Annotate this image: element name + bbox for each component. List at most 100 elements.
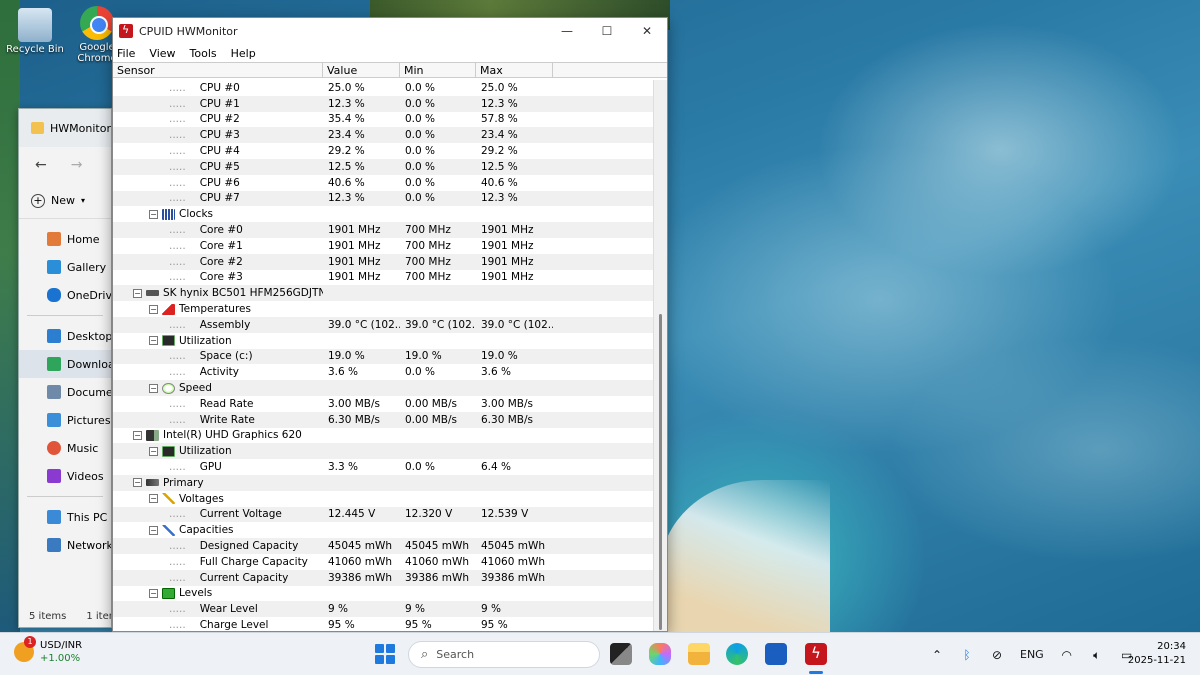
collapse-toggle-icon[interactable]: − [149,588,158,598]
sensor-row[interactable]: ..... Space (c:) 19.0 % 19.0 % 19.0 % [113,348,655,365]
taskbar-clock[interactable]: 20:34 2025-11-21 [1128,640,1186,668]
sensor-row[interactable]: ..... CPU #4 29.2 % 0.0 % 29.2 % [113,143,655,159]
sensor-min: 39386 mWh [405,571,470,584]
sensor-row[interactable]: ..... CPU #2 35.4 % 0.0 % 57.8 % [113,112,655,128]
language-indicator[interactable]: ENG [1020,648,1044,661]
column-value[interactable]: Value [323,63,400,77]
sensor-row[interactable]: ..... CPU #0 25.0 % 0.0 % 25.0 % [113,80,655,96]
sensor-row[interactable]: ..... Read Rate 3.00 MB/s 0.00 MB/s 3.00 MB/… [113,396,655,412]
sensor-row[interactable]: ..... Current Voltage 12.445 V 12.320 V 12.5… [113,506,655,523]
hwmonitor-taskbar-icon[interactable] [805,643,827,665]
sensor-row[interactable]: ..... Core #0 1901 MHz 700 MHz 1901 MHz [113,222,655,238]
forward-arrow-icon[interactable]: → [71,157,83,173]
wifi-icon[interactable]: ◠ [1060,648,1074,662]
eye-off-icon[interactable]: ⊘ [990,648,1004,662]
explorer-new-button[interactable]: + New ▾ [19,183,111,219]
sensor-tree[interactable]: ..... CPU #0 25.0 % 0.0 % 25.0 %..... CPU #1 1… [113,80,655,631]
sensor-row[interactable]: ..... CPU #1 12.3 % 0.0 % 12.3 % [113,95,655,112]
nav-item-this-pc[interactable]: This PC [19,503,111,531]
menu-view[interactable]: View [149,47,175,60]
sensor-row[interactable]: ..... Assembly 39.0 °C (102.... 39.0 °C (10… [113,316,655,333]
sensor-row[interactable]: ..... Current Capacity 39386 mWh 39386 mWh 3… [113,569,655,586]
sensor-name-cell: ..... CPU #7 [113,192,323,204]
sensor-group-row[interactable]: − Levels [113,586,655,602]
nav-item-onedrive[interactable]: OneDrive [19,281,111,309]
sensor-row[interactable]: ..... Charge Level 95 % 95 % 95 % [113,617,655,631]
collapse-toggle-icon[interactable]: − [149,494,158,504]
sensor-group-row[interactable]: − Clocks [113,206,655,222]
sensor-group-row[interactable]: − Capacities [113,522,655,538]
collapse-toggle-icon[interactable]: − [149,446,158,456]
sensor-row[interactable]: ..... Write Rate 6.30 MB/s 0.00 MB/s 6.30 MB… [113,411,655,428]
chevron-up-icon[interactable]: ⌃ [930,648,944,662]
sensor-row[interactable]: ..... Wear Level 9 % 9 % 9 % [113,601,655,618]
sensor-row[interactable]: ..... Full Charge Capacity 41060 mWh 41060 … [113,554,655,570]
sensor-group-row[interactable]: − Utilization [113,333,655,349]
back-arrow-icon[interactable]: ← [35,157,47,173]
sensor-group-row[interactable]: − Utilization [113,443,655,460]
nav-item-downloads[interactable]: Downloads [19,350,111,378]
collapse-toggle-icon[interactable]: − [149,304,158,314]
column-min[interactable]: Min [400,63,476,77]
column-max[interactable]: Max [476,63,553,77]
sensor-group-row[interactable]: − Temperatures [113,301,655,317]
nav-item-network[interactable]: Network [19,531,111,559]
bluetooth-icon[interactable]: ᛒ [960,648,974,662]
sensor-row[interactable]: ..... Core #3 1901 MHz 700 MHz 1901 MHz [113,270,655,286]
taskbar-search[interactable]: ⌕ Search [408,641,600,668]
desktop-icon-recycle-bin[interactable]: Recycle Bin [0,8,70,55]
collapse-toggle-icon[interactable]: − [149,383,158,393]
task-view-icon[interactable] [610,643,632,665]
vertical-scrollbar[interactable] [653,80,667,631]
menu-tools[interactable]: Tools [190,47,217,60]
column-sensor[interactable]: Sensor [113,63,323,77]
store-icon[interactable] [765,643,787,665]
sensor-value: 19.0 % [328,350,365,363]
collapse-toggle-icon[interactable]: − [133,430,142,440]
explorer-tab-title[interactable]: HWMonitor [50,122,111,135]
sensor-group-row[interactable]: − Voltages [113,491,655,507]
copilot-icon[interactable] [649,643,671,665]
sensor-group-row[interactable]: − Speed [113,380,655,396]
collapse-toggle-icon[interactable]: − [149,209,158,219]
close-button[interactable]: ✕ [627,18,667,44]
minimize-button[interactable]: — [547,18,587,44]
menu-file[interactable]: File [117,47,135,60]
edge-icon[interactable] [726,643,748,665]
nav-item-music[interactable]: Music [19,434,111,462]
hwmonitor-titlebar[interactable]: CPUID HWMonitor — ☐ ✕ [113,18,667,44]
sensor-group-row[interactable]: − SK hynix BC501 HFM256GDJTN... [113,285,655,302]
collapse-toggle-icon[interactable]: − [133,478,142,488]
scrollbar-thumb[interactable] [659,314,662,630]
menu-help[interactable]: Help [231,47,256,60]
widget-currency[interactable]: USD/INR +1.00% [14,636,82,665]
maximize-button[interactable]: ☐ [587,18,627,44]
file-explorer-icon[interactable] [688,643,710,665]
nav-item-videos[interactable]: Videos [19,462,111,490]
sensor-group-row[interactable]: − Primary [113,474,655,491]
nav-item-desktop[interactable]: Desktop [19,322,111,350]
sensor-min: 95 % [405,618,432,631]
sensor-row[interactable]: ..... CPU #7 12.3 % 0.0 % 12.3 % [113,190,655,207]
collapse-toggle-icon[interactable]: − [149,525,158,535]
sensor-row[interactable]: ..... Core #2 1901 MHz 700 MHz 1901 MHz [113,253,655,270]
sensor-min: 0.0 % [405,366,436,379]
nav-item-gallery[interactable]: Gallery [19,253,111,281]
sensor-row[interactable]: ..... Core #1 1901 MHz 700 MHz 1901 MHz [113,238,655,254]
nav-item-pictures[interactable]: Pictures [19,406,111,434]
volume-icon[interactable]: 🔈︎ [1090,648,1104,662]
sensor-row[interactable]: ..... GPU 3.3 % 0.0 % 6.4 % [113,459,655,475]
sensor-row[interactable]: ..... CPU #5 12.5 % 0.0 % 12.5 % [113,158,655,175]
sensor-value: 12.5 % [328,160,365,173]
sensor-row[interactable]: ..... Designed Capacity 45045 mWh 45045 mWh… [113,538,655,554]
sensor-group-row[interactable]: − Intel(R) UHD Graphics 620 [113,428,655,444]
explorer-titlebar[interactable]: HWMonitor [19,109,111,147]
nav-item-documents[interactable]: Documents [19,378,111,406]
sensor-row[interactable]: ..... CPU #6 40.6 % 0.0 % 40.6 % [113,175,655,191]
collapse-toggle-icon[interactable]: − [149,336,158,346]
sensor-row[interactable]: ..... CPU #3 23.4 % 0.0 % 23.4 % [113,127,655,144]
start-button[interactable] [375,644,395,664]
collapse-toggle-icon[interactable]: − [133,288,142,298]
nav-item-home[interactable]: Home [19,225,111,253]
sensor-row[interactable]: ..... Activity 3.6 % 0.0 % 3.6 % [113,364,655,380]
